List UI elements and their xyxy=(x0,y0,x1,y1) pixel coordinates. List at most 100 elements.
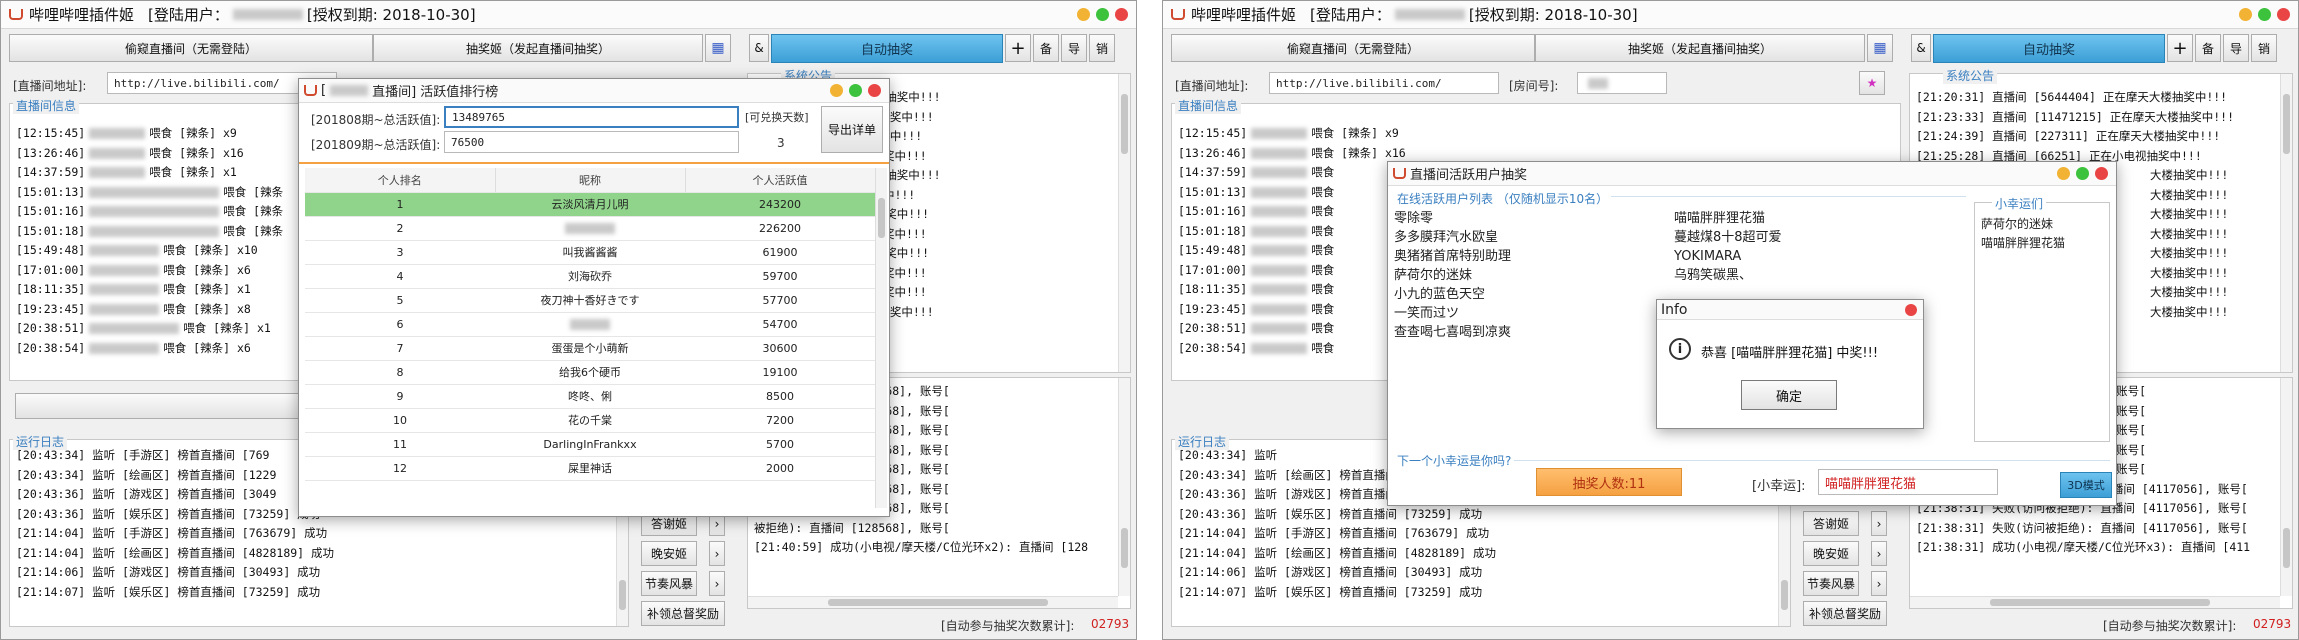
backup-button[interactable]: 备 xyxy=(1033,34,1059,62)
export-button[interactable]: 导 xyxy=(2223,34,2249,62)
room-no-input[interactable] xyxy=(1577,72,1667,94)
cup-icon xyxy=(1393,168,1406,179)
list-item: 萨荷尔的迷妹 xyxy=(1981,217,2054,231)
room-no-label: [房间号]: xyxy=(1509,79,1559,93)
ok-button[interactable]: 确定 xyxy=(1741,380,1837,410)
close-button[interactable] xyxy=(2095,167,2108,180)
table-row[interactable]: 6 54700 xyxy=(305,312,875,337)
chevron-right-icon[interactable]: › xyxy=(709,541,725,566)
header-name[interactable]: 昵称 xyxy=(495,168,686,193)
thanks-button[interactable]: 答谢姬 xyxy=(1803,511,1859,536)
maximize-button[interactable] xyxy=(2258,8,2271,21)
table-row[interactable]: 9 咚咚、俐 8500 xyxy=(305,384,875,409)
gift-log: [12:15:45] 喂食 [辣条] x9 [13:26:46] 喂食 [辣条] x… xyxy=(1178,126,1406,355)
auto-lottery-button[interactable]: 自动抽奖 xyxy=(1933,34,2165,63)
lottery-log-scrollbar[interactable] xyxy=(1118,378,1130,596)
s-button[interactable]: & xyxy=(1911,34,1931,62)
close-button[interactable] xyxy=(2277,8,2290,21)
export-button[interactable]: 导 xyxy=(1061,34,1087,62)
window-controls xyxy=(1077,8,1128,21)
table-row[interactable]: 7 蛋蛋是个小萌新 30600 xyxy=(305,336,875,361)
header-rank[interactable]: 个人排名 xyxy=(305,168,496,193)
maximize-button[interactable] xyxy=(1096,8,1109,21)
title-bar: 哔哩哔哩插件姬 [登陆用户： [授权到期: 2018-10-30] xyxy=(1,1,1136,29)
exchange-value: 3 xyxy=(777,136,785,150)
logout-button[interactable]: 销 xyxy=(1089,34,1115,62)
rhythm-storm-button[interactable]: 节奏风暴 xyxy=(1803,571,1859,596)
url-label: [直播间地址]: xyxy=(1175,79,1249,93)
auth-label: [授权到期: 2018-10-30] xyxy=(306,6,476,24)
list-item: 喵喵胖胖狸花猫 xyxy=(1981,236,2066,250)
draw-button[interactable]: 抽奖人数:11 xyxy=(1536,468,1682,496)
chevron-right-icon[interactable]: › xyxy=(1871,571,1887,596)
row1-value-input[interactable]: 13489765 xyxy=(444,106,739,128)
cup-icon xyxy=(1171,9,1185,20)
mode-3d-button[interactable]: 3D模式 xyxy=(2060,472,2112,498)
add-button[interactable]: + xyxy=(1005,34,1031,62)
main-window-left: 哔哩哔哩插件姬 [登陆用户： [授权到期: 2018-10-30] 偷窥直播间（… xyxy=(0,0,1137,640)
lottery-log-scrollbar[interactable] xyxy=(2280,378,2292,596)
logout-button[interactable]: 销 xyxy=(2251,34,2277,62)
row1-label: [201808期~总活跃值]: xyxy=(311,113,441,127)
app-title: 哔哩哔哩插件姬 xyxy=(29,6,135,24)
notice-scrollbar[interactable] xyxy=(1118,74,1130,372)
table-row[interactable]: 10 花の千棠 7200 xyxy=(305,408,875,433)
minimize-button[interactable] xyxy=(830,84,843,97)
table-row[interactable]: 8 给我6个硬币 19100 xyxy=(305,360,875,385)
table-row[interactable]: 3 叫我酱酱酱 61900 xyxy=(305,240,875,265)
governor-reward-button[interactable]: 补领总督奖励 xyxy=(641,601,725,626)
goodnight-button[interactable]: 晚安姬 xyxy=(1803,541,1859,566)
table-row[interactable]: 11 DarlingInFrankxx 5700 xyxy=(305,432,875,457)
lottery-log-hscrollbar[interactable] xyxy=(748,596,1118,608)
tab-guard[interactable]: 偷窥直播间（无需登陆） xyxy=(9,34,373,62)
table-row[interactable]: 4 刘海砍乔 59700 xyxy=(305,264,875,289)
tab-guard[interactable]: 偷窥直播间（无需登陆） xyxy=(1171,34,1535,62)
list-item: 乌鸦笑碳黑、 xyxy=(1674,268,1753,283)
room-url-input[interactable]: http://live.bilibili.com/ xyxy=(1269,72,1499,94)
minimize-button[interactable] xyxy=(2239,8,2252,21)
row2-value-input[interactable]: 76500 xyxy=(444,131,739,153)
table-row[interactable]: 12 屎里神话 2000 xyxy=(305,456,875,481)
maximize-button[interactable] xyxy=(2076,167,2089,180)
counter-value: 02793 xyxy=(2253,617,2292,631)
lucky-value-input[interactable]: 喵喵胖胖狸花猫 xyxy=(1818,469,1998,495)
chevron-right-icon[interactable]: › xyxy=(1871,511,1887,536)
header-score[interactable]: 个人活跃值 xyxy=(685,168,876,193)
close-button[interactable] xyxy=(868,84,881,97)
export-detail-button[interactable]: 导出详单 xyxy=(821,106,883,153)
governor-reward-button[interactable]: 补领总督奖励 xyxy=(1803,601,1887,626)
star-icon[interactable]: ★ xyxy=(1859,71,1885,95)
lucky-panel: 萨荷尔的迷妹 喵喵胖胖狸花猫 xyxy=(1974,202,2110,442)
backup-button[interactable]: 备 xyxy=(2195,34,2221,62)
info-dialog-title: Info xyxy=(1661,301,1688,318)
minimize-button[interactable] xyxy=(1077,8,1090,21)
grid-icon[interactable]: ▦ xyxy=(1867,34,1893,62)
minimize-button[interactable] xyxy=(2057,167,2070,180)
chevron-right-icon[interactable]: › xyxy=(709,571,725,596)
rhythm-storm-button[interactable]: 节奏风暴 xyxy=(641,571,697,596)
list-item: 一笑而过ツ xyxy=(1394,306,1460,321)
run-log-title: 运行日志 xyxy=(1175,433,1230,450)
table-row[interactable]: 2 226200 xyxy=(305,216,875,241)
maximize-button[interactable] xyxy=(849,84,862,97)
info-dialog: Info i 恭喜 [喵喵胖胖狸花猫] 中奖!!! 确定 xyxy=(1656,299,1924,429)
close-button[interactable] xyxy=(1115,8,1128,21)
chevron-right-icon[interactable]: › xyxy=(1871,541,1887,566)
tab-lottery[interactable]: 抽奖姬（发起直播间抽奖） xyxy=(373,34,703,62)
close-button[interactable] xyxy=(1905,304,1917,316)
add-button[interactable]: + xyxy=(2167,34,2193,62)
table-row[interactable]: 1 云淡风清月儿明 243200 xyxy=(305,192,875,217)
s-button[interactable]: & xyxy=(749,34,769,62)
table-row[interactable]: 5 夜刀神十香好きです 57700 xyxy=(305,288,875,313)
user-name-blurred xyxy=(232,9,303,20)
tab-lottery[interactable]: 抽奖姬（发起直播间抽奖） xyxy=(1535,34,1865,62)
online-users-col1: 零除零 多多膜拜汽水欧皇 奥猪猪首席特别助理 萨荷尔的迷妹 小九的蓝色天空 一笑… xyxy=(1394,209,1511,342)
lottery-log-hscrollbar[interactable] xyxy=(1910,596,2280,608)
list-item: 奥猪猪首席特别助理 xyxy=(1394,249,1512,264)
list-item: 查查喝七喜喝到凉爽 xyxy=(1394,325,1512,340)
grid-icon[interactable]: ▦ xyxy=(705,34,731,62)
rank-table-scrollbar[interactable] xyxy=(875,168,887,508)
auto-lottery-button[interactable]: 自动抽奖 xyxy=(771,34,1003,63)
goodnight-button[interactable]: 晚安姬 xyxy=(641,541,697,566)
notice-scrollbar[interactable] xyxy=(2280,74,2292,372)
